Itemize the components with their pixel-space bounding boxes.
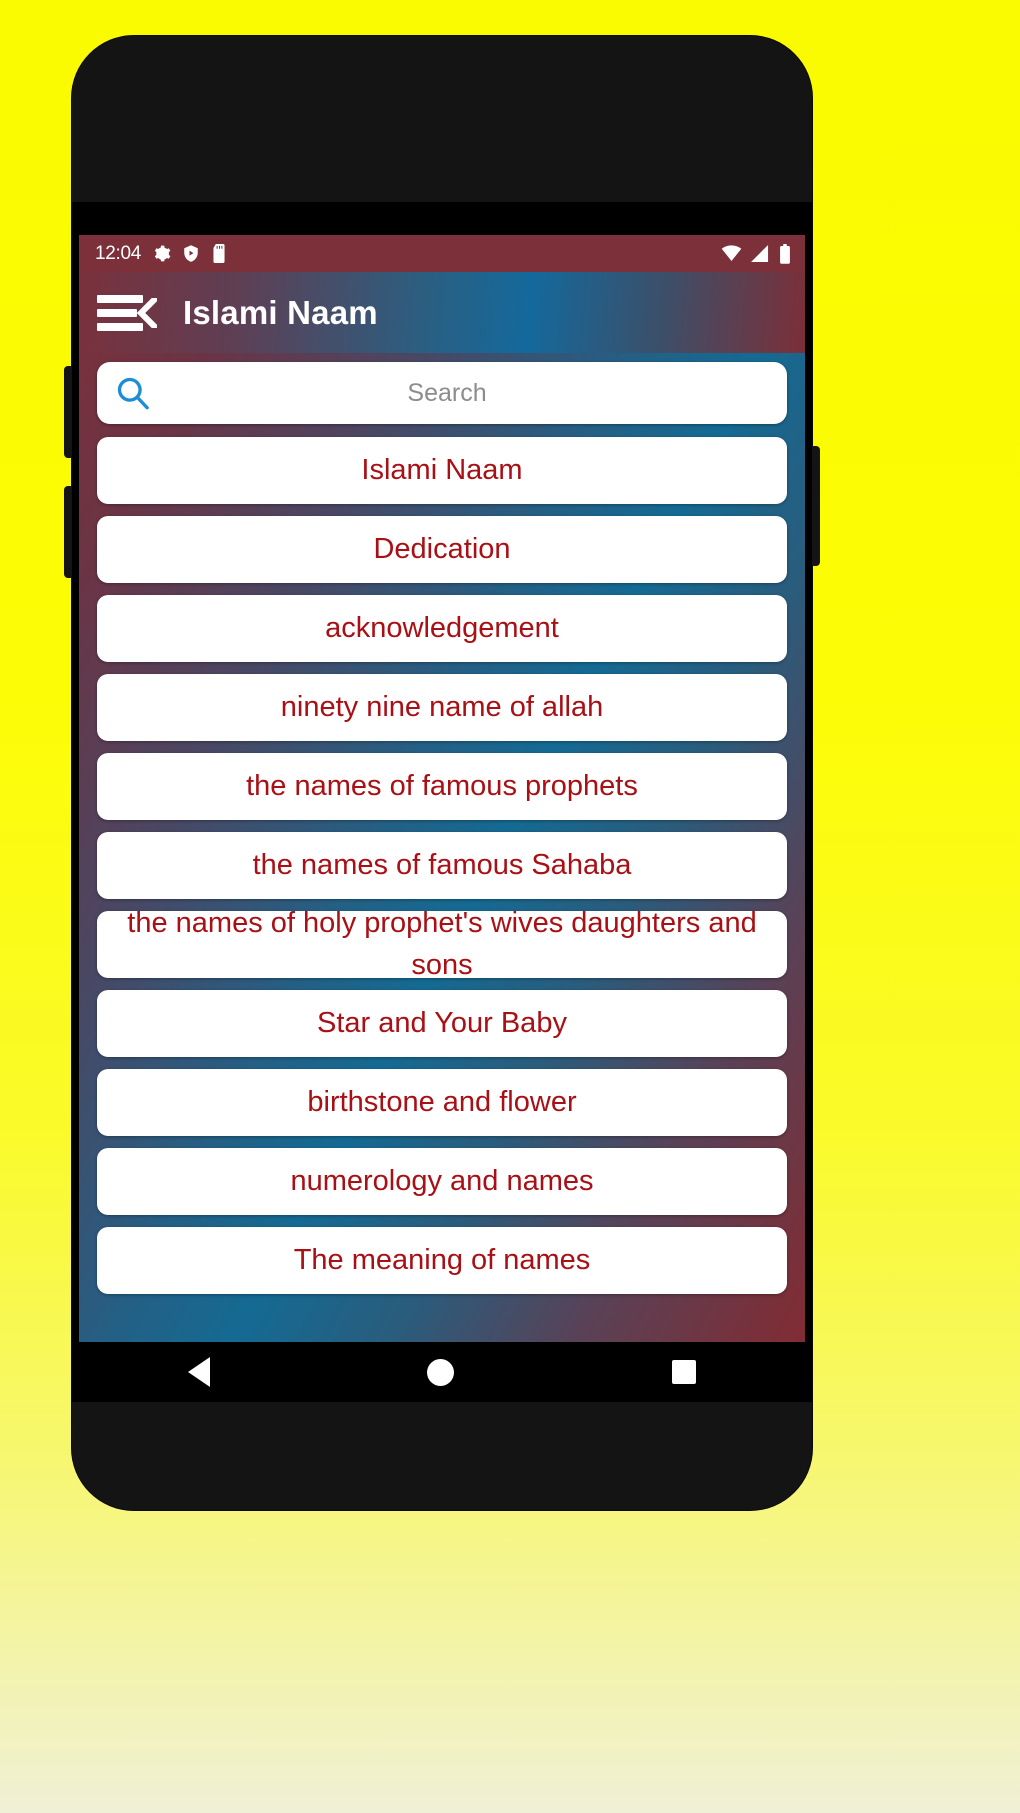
status-left-group: 12:04 (95, 243, 227, 265)
wifi-icon (721, 245, 742, 262)
content-area: Search Islami Naam Dedication acknowledg… (79, 353, 805, 1367)
battery-icon (779, 243, 791, 264)
search-icon (115, 375, 151, 411)
phone-device: 12:04 Islami Naam Search Islami Naam Ded… (64, 36, 820, 1510)
recents-button[interactable] (672, 1360, 697, 1384)
back-button[interactable] (187, 1357, 210, 1387)
home-button[interactable] (427, 1358, 455, 1386)
page-title: Islami Naam (183, 293, 378, 331)
status-right-group (721, 243, 791, 264)
list-item-label: ninety nine name of allah (280, 691, 604, 724)
list-item[interactable]: Dedication (97, 516, 787, 583)
list-item[interactable]: Star and Your Baby (97, 990, 787, 1057)
list-item-label: The meaning of names (293, 1244, 591, 1277)
shield-play-icon (182, 244, 200, 263)
list-item[interactable]: birthstone and flower (97, 1069, 787, 1136)
android-nav-bar (79, 1342, 805, 1402)
list-item-label: Islami Naam (361, 454, 523, 487)
gear-icon (152, 244, 171, 263)
list-item-label: Dedication (373, 533, 511, 566)
list-item[interactable]: the names of famous prophets (97, 753, 787, 820)
app-bar: Islami Naam (79, 272, 805, 353)
chapter-list[interactable]: Islami Naam Dedication acknowledgement n… (97, 437, 787, 1294)
list-item-label: Star and Your Baby (317, 1007, 567, 1040)
list-item-label: the names of famous prophets (246, 769, 638, 802)
list-item-label: the names of famous Sahaba (252, 849, 632, 882)
app-viewport: 12:04 Islami Naam Search Islami Naam Ded… (79, 235, 805, 1367)
phone-screen: 12:04 Islami Naam Search Islami Naam Ded… (72, 202, 812, 1402)
list-item-label: acknowledgement (325, 612, 559, 645)
search-bar[interactable]: Search (97, 362, 787, 424)
menu-bar-middle (97, 308, 137, 317)
status-clock: 12:04 (95, 242, 142, 264)
list-item-label: the names of holy prophet's wives daught… (127, 911, 757, 978)
list-item[interactable]: Islami Naam (97, 437, 787, 504)
chevron-left-icon (136, 297, 157, 328)
list-item[interactable]: the names of famous Sahaba (97, 832, 787, 899)
hamburger-back-icon[interactable] (97, 289, 157, 337)
status-bar: 12:04 (79, 235, 805, 272)
list-item[interactable]: numerology and names (97, 1148, 787, 1215)
list-item-label: numerology and names (290, 1165, 594, 1198)
list-item[interactable]: acknowledgement (97, 595, 787, 662)
list-item-label: birthstone and flower (307, 1086, 577, 1119)
list-item[interactable]: ninety nine name of allah (97, 674, 787, 741)
signal-icon (751, 245, 770, 262)
sd-card-icon (211, 244, 227, 263)
list-item[interactable]: The meaning of names (97, 1227, 787, 1294)
list-item[interactable]: the names of holy prophet's wives daught… (97, 911, 787, 978)
search-input-placeholder[interactable]: Search (151, 379, 769, 408)
